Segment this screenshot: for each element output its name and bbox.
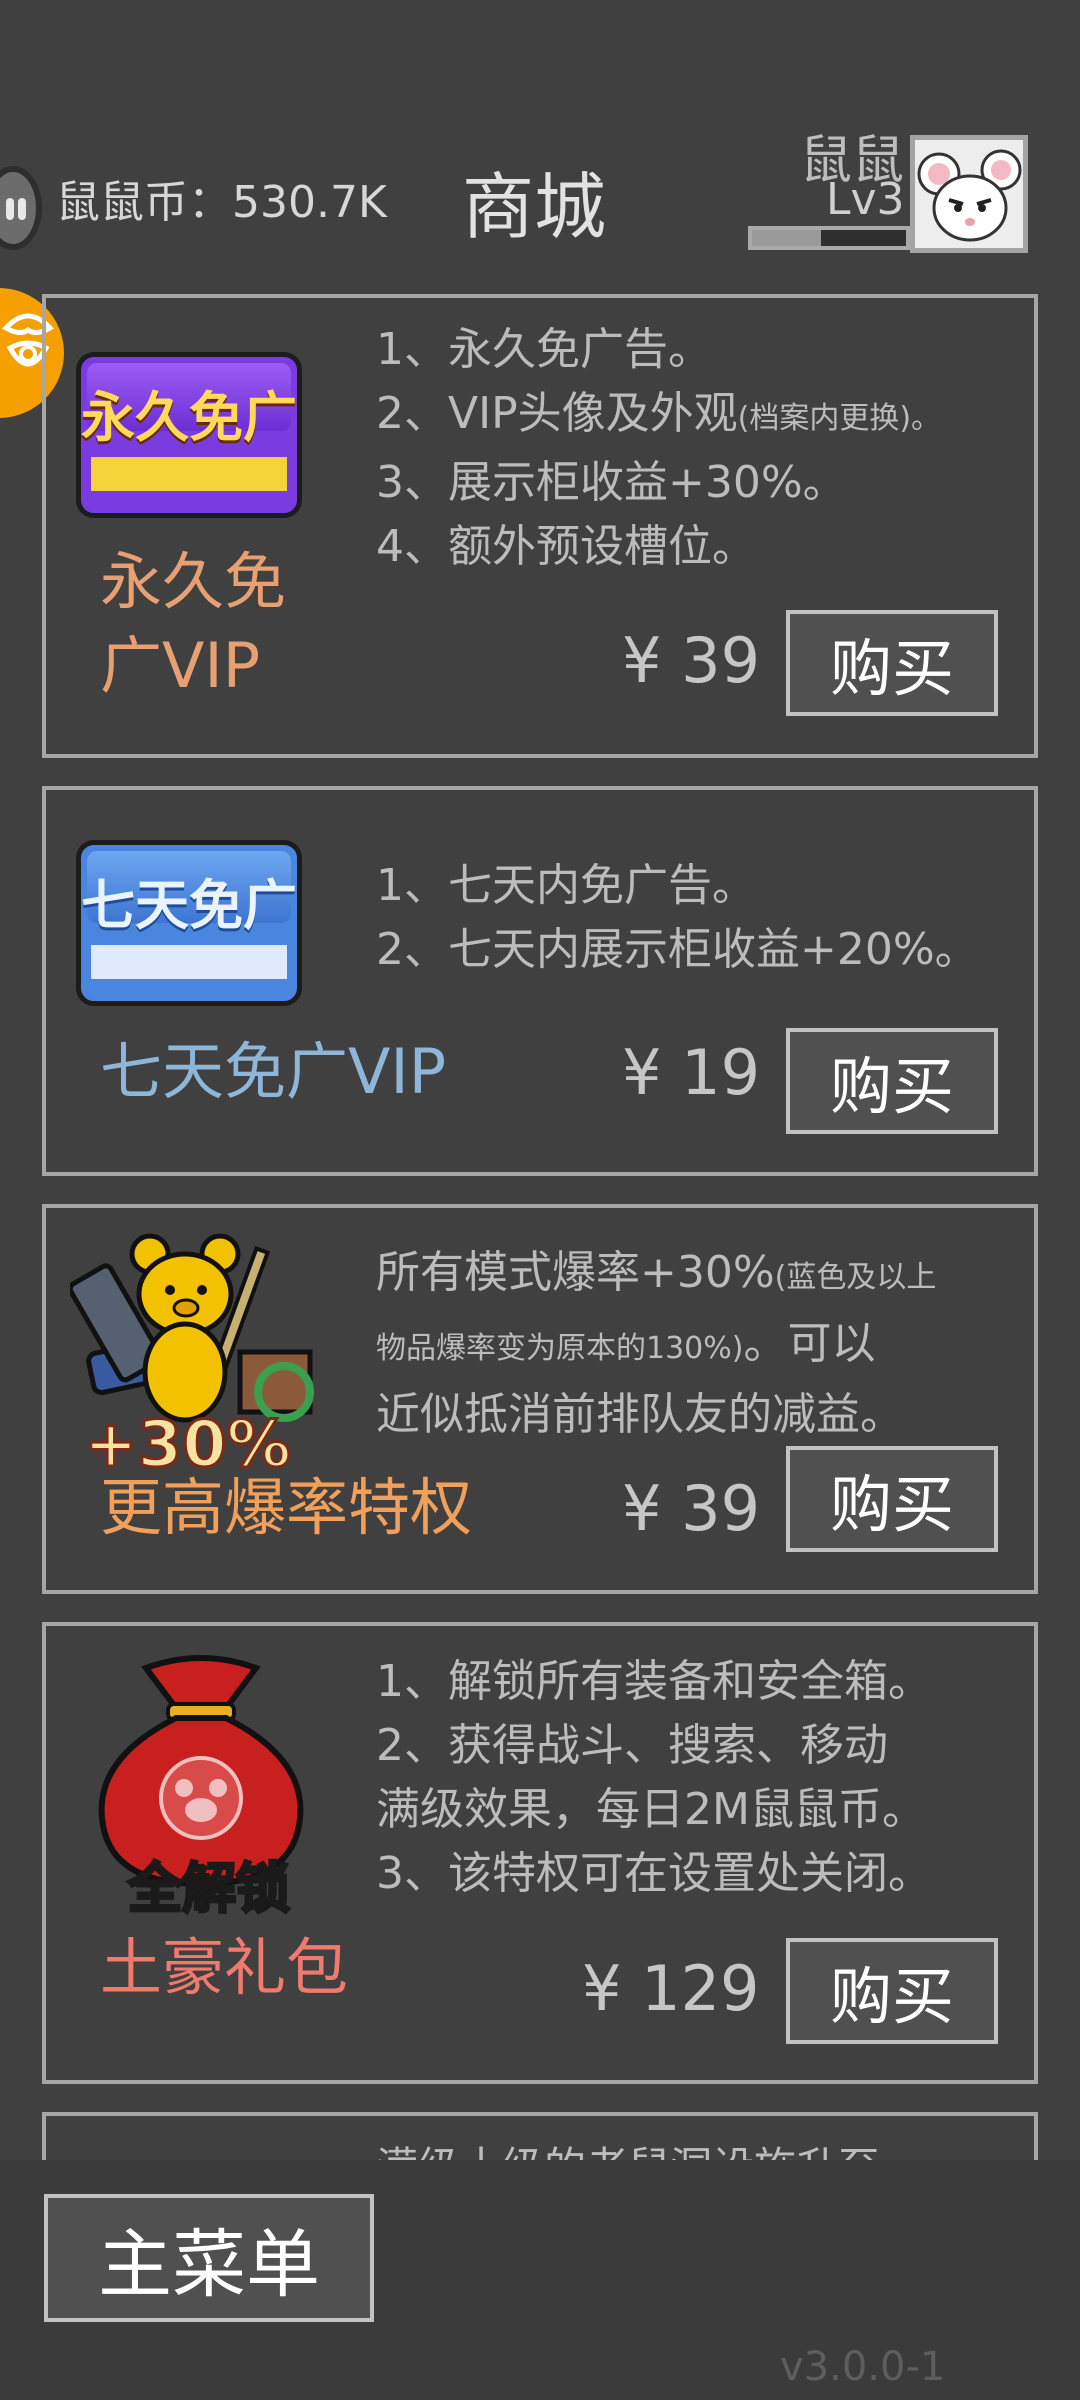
item-name: 更高爆率特权 [100,1471,473,1544]
item-description: 所有模式爆率+30%(蓝色及以上 物品爆率变为原本的130%)。可以 近似抵消前… [376,1247,937,1440]
drop-rate-bear-image: +30% [67,1232,320,1484]
item-name: 七天免广VIP [100,1035,447,1108]
shop-item-seven-day-vip: 七天免广 1、七天内免广告。 2、七天内展示柜收益+20%。 七天免广VIP ¥… [42,786,1038,1176]
xp-progress-bar [748,226,910,250]
item-price: ¥ 39 [622,624,761,697]
buy-button-seven-day-vip[interactable]: 购买 [786,1028,998,1134]
buy-button-drop-rate[interactable]: 购买 [786,1446,998,1552]
item-price: ¥ 39 [622,1472,761,1545]
item-price: ¥ 19 [622,1036,761,1109]
shop-item-tycoon-pack: 全解锁 1、解锁所有装备和安全箱。 2、获得战斗、搜索、移动 满级效果，每日2M… [42,1622,1038,2084]
main-menu-button[interactable]: 主菜单 [44,2194,374,2322]
buy-button-permanent-vip[interactable]: 购买 [786,610,998,716]
mouse-avatar-icon [917,149,1022,242]
version-label: v3.0.0-1 [780,2344,946,2390]
item-description: 1、七天内免广告。 2、七天内展示柜收益+20%。 [376,860,979,975]
permanent-vip-ticket-image: 永久免广 [76,352,302,518]
tycoon-pack-bag-image: 全解锁 [76,1648,326,1922]
seven-day-vip-ticket-image: 七天免广 [76,840,302,1006]
shop-item-permanent-vip: 永久免广 1、永久免广告。 2、VIP头像及外观(档案内更换)。 3、展示柜收益… [42,294,1038,758]
item-name: 永久免 广VIP [100,545,287,702]
item-name: 土豪礼包 [100,1931,349,2004]
buy-button-tycoon-pack[interactable]: 购买 [786,1938,998,2044]
golden-bear-icon [67,1233,314,1423]
xp-progress-fill [752,230,822,246]
page-title: 商城 [462,165,607,249]
player-level: Lv3 [826,174,905,225]
shop-item-drop-rate: +30% 所有模式爆率+30%(蓝色及以上 物品爆率变为原本的130%)。可以 … [42,1204,1038,1594]
avatar[interactable] [910,135,1028,253]
mouse-coin-icon [0,166,42,250]
item-description: 1、永久免广告。 2、VIP头像及外观(档案内更换)。 3、展示柜收益+30%。… [376,324,942,572]
coins-balance: 鼠鼠币：530.7K [56,177,387,228]
item-price: ¥ 129 [582,1952,760,2025]
item-description: 1、解锁所有装备和安全箱。 2、获得战斗、搜索、移动 满级效果，每日2M鼠鼠币。… [376,1656,932,1899]
